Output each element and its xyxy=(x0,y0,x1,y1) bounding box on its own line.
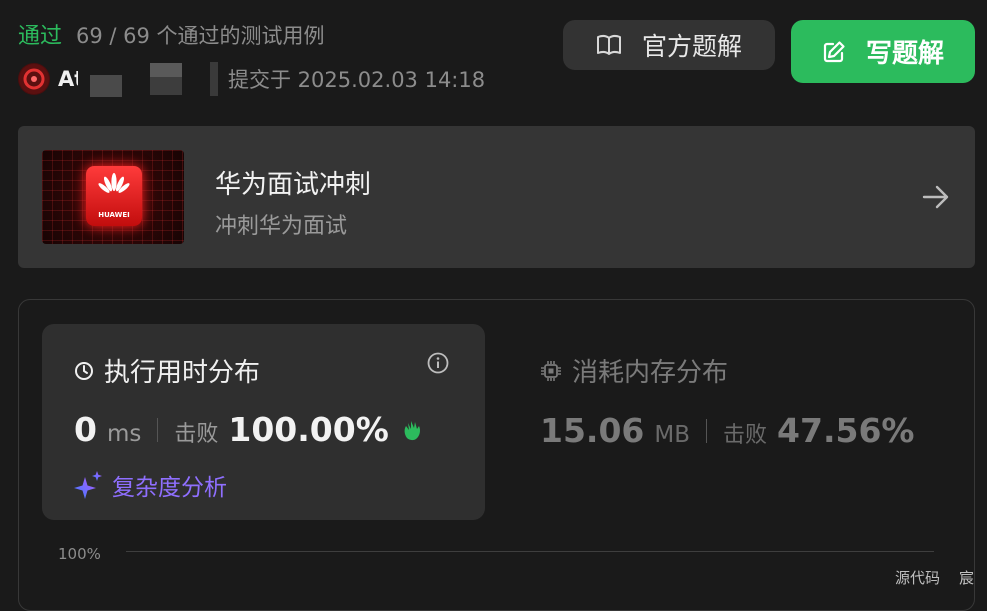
runtime-value: 0 xyxy=(74,410,97,449)
write-solution-button[interactable]: 写题解 xyxy=(791,20,975,83)
footer-truncated-text: 宸 xyxy=(959,569,975,587)
banner-subtitle: 冲刺华为面试 xyxy=(215,214,348,239)
test-case-count: 69 / 69 个通过的测试用例 xyxy=(76,24,325,48)
runtime-title: 执行用时分布 xyxy=(74,352,260,389)
memory-title-label: 消耗内存分布 xyxy=(572,358,729,388)
memory-metric: 15.06 MB 击败 47.56% xyxy=(540,411,914,450)
status-label: 通过 xyxy=(18,24,63,49)
banner-title: 华为面试冲刺 xyxy=(215,170,372,200)
memory-beats-value: 47.56% xyxy=(777,411,915,450)
memory-title: 消耗内存分布 xyxy=(540,352,914,389)
memory-beats-label: 击败 xyxy=(723,423,768,448)
source-code-link[interactable]: 源代码 xyxy=(895,567,940,588)
official-solution-button[interactable]: 官方题解 xyxy=(563,20,775,70)
submitted-time: 提交于 2025.02.03 14:18 xyxy=(228,68,486,92)
submitter-info: At 提交于 2025.02.03 14:18 xyxy=(18,62,486,97)
official-solution-label: 官方题解 xyxy=(641,32,742,61)
runtime-distribution-card[interactable]: 执行用时分布 0 ms 击败 100.00% 复杂度分析 xyxy=(42,324,485,520)
chart-y-axis-label: 100% xyxy=(58,545,101,563)
memory-value: 15.06 xyxy=(540,411,645,450)
username[interactable]: At xyxy=(58,67,78,91)
runtime-beats-value: 100.00% xyxy=(228,410,389,449)
memory-unit: MB xyxy=(654,422,691,448)
memory-distribution-card[interactable]: 消耗内存分布 15.06 MB 击败 47.56% xyxy=(540,352,914,450)
edit-icon xyxy=(823,40,845,62)
huawei-banner-image: HUAWEI xyxy=(42,150,184,244)
chip-icon xyxy=(541,360,561,381)
huawei-logo-text: HUAWEI xyxy=(98,211,130,219)
runtime-beats-label: 击败 xyxy=(174,422,219,447)
submission-status: 通过 69 / 69 个通过的测试用例 xyxy=(18,18,325,50)
chart-gridline xyxy=(126,551,934,552)
huawei-logo: HUAWEI xyxy=(86,166,142,226)
runtime-title-label: 执行用时分布 xyxy=(104,358,261,388)
divider xyxy=(706,418,708,443)
info-icon[interactable] xyxy=(427,352,449,374)
clap-icon xyxy=(404,420,420,440)
runtime-unit: ms xyxy=(106,421,142,447)
divider xyxy=(157,417,159,442)
sparkle-icon xyxy=(74,471,102,499)
complexity-analysis-link[interactable]: 复杂度分析 xyxy=(74,468,227,502)
avatar[interactable] xyxy=(18,63,50,95)
huawei-interview-banner[interactable]: HUAWEI 华为面试冲刺 冲刺华为面试 xyxy=(18,126,975,268)
redacted-block xyxy=(90,75,122,97)
redacted-block xyxy=(210,62,218,96)
book-icon xyxy=(596,34,621,55)
runtime-metric: 0 ms 击败 100.00% xyxy=(74,410,425,449)
complexity-label: 复杂度分析 xyxy=(112,475,227,501)
arrow-right-icon xyxy=(922,185,949,209)
write-solution-label: 写题解 xyxy=(865,39,944,69)
clock-icon xyxy=(75,361,93,380)
redacted-block xyxy=(150,63,182,95)
